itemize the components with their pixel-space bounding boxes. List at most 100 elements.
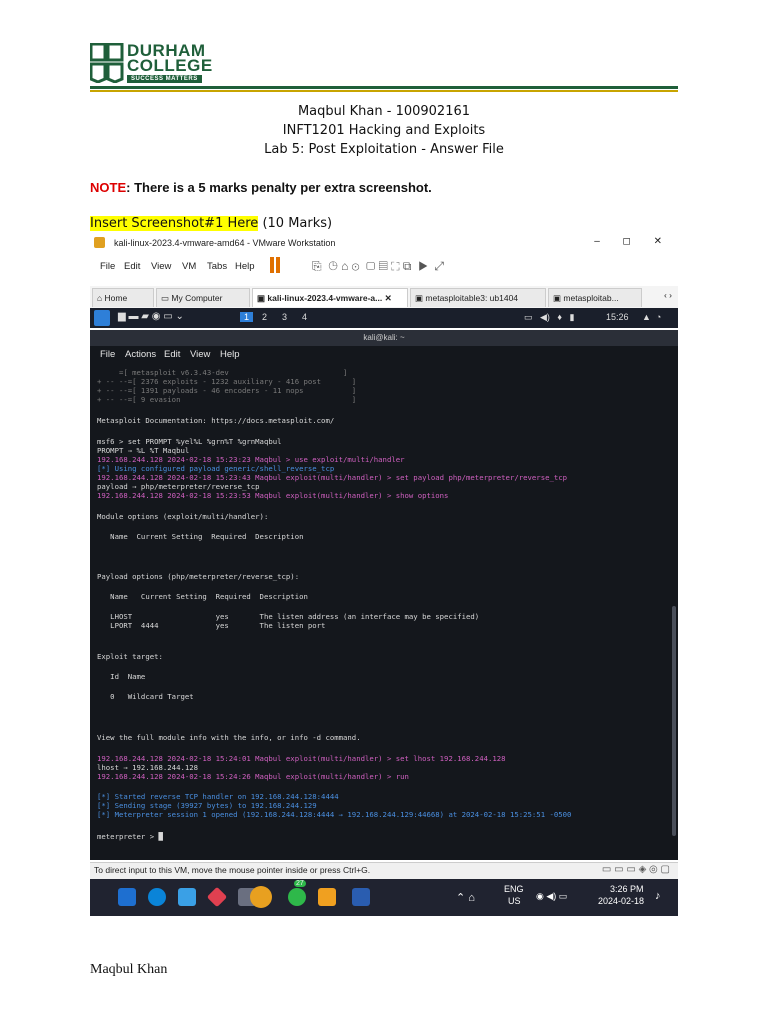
workspace-4[interactable]: 4 <box>302 312 307 322</box>
term-line: + -- --=[ 2376 exploits - 1232 auxiliary… <box>97 377 357 386</box>
tab-home[interactable]: ⌂ Home <box>92 288 154 307</box>
kali-tray-icons[interactable]: ▭ ◀) ♦ ▮ <box>524 312 574 323</box>
pause-icon-bar <box>276 257 280 273</box>
term-line: lhost ⇒ 192.168.244.128 <box>97 763 199 772</box>
tray-up-icon[interactable]: ⌃ ⌂ <box>456 891 475 904</box>
taskview-icon[interactable] <box>118 888 136 906</box>
header-rule-gold <box>90 90 678 92</box>
term-line: 192.168.244.128 2024-02-18 15:23:53 Maqb… <box>97 491 449 500</box>
window-controls[interactable]: – ◻ ✕ <box>594 236 672 247</box>
kali-clock: 15:26 <box>606 312 629 322</box>
wifi-sound-battery-icons[interactable]: ◉ ◀) ▭ <box>536 891 567 902</box>
vmware-icon <box>94 237 105 248</box>
terminal-menu: File Actions Edit View Help <box>90 346 678 364</box>
term-line: =[ metasploit v6.3.43-dev ] <box>97 368 348 377</box>
term-menu-help[interactable]: Help <box>220 349 240 360</box>
store-icon[interactable] <box>178 888 196 906</box>
term-line: Exploit target: <box>97 652 163 661</box>
insert-screenshot-heading: Insert Screenshot#1 Here (10 Marks) <box>90 216 332 231</box>
term-line: [*] Started reverse TCP handler on 192.1… <box>97 792 339 801</box>
term-line: LHOST yes The listen address (an interfa… <box>97 612 480 621</box>
kali-launcher-icons[interactable]: ▆ ▬ ▰ ◉ ▭ ⌄ <box>118 311 184 322</box>
term-line: Payload options (php/meterpreter/reverse… <box>97 572 300 581</box>
term-menu-file[interactable]: File <box>100 349 115 360</box>
term-line: payload ⇒ php/meterpreter/reverse_tcp <box>97 482 260 491</box>
taskbar-time: 3:26 PM <box>610 884 644 894</box>
student-name-id: Maqbul Khan - 100902161 <box>297 104 471 119</box>
app-icon[interactable] <box>206 886 228 908</box>
note-text: : There is a 5 marks penalty per extra s… <box>126 180 432 195</box>
term-line: View the full module info with the info,… <box>97 733 361 742</box>
tab-metasploitable[interactable]: ▣ metasploitab... <box>548 288 642 307</box>
vmware-status-bar: To direct input to this VM, move the mou… <box>90 862 678 879</box>
header-rule-green <box>90 86 678 89</box>
insert-label: Insert Screenshot#1 Here <box>90 216 259 231</box>
terminal-window[interactable]: File Actions Edit View Help =[ metasploi… <box>90 346 678 860</box>
term-line: [*] Meterpreter session 1 opened (192.16… <box>97 810 572 819</box>
term-line: + -- --=[ 1391 payloads - 46 encoders - … <box>97 386 357 395</box>
word-icon[interactable] <box>352 888 370 906</box>
taskbar-date: 2024-02-18 <box>598 896 645 906</box>
vmware-screenshot: kali-linux-2023.4-vmware-amd64 - VMware … <box>90 234 678 916</box>
logo-tagline: SUCCESS MATTERS <box>127 75 202 83</box>
term-line: 0 Wildcard Target <box>97 692 194 701</box>
vmware-tab-strip: ⌂ Home ▭ My Computer ▣ kali-linux-2023.4… <box>90 286 678 309</box>
menu-help[interactable]: Help <box>235 261 255 272</box>
terminal-scrollbar[interactable] <box>672 606 676 836</box>
lock-icon[interactable]: ▲ ◔ <box>642 312 661 322</box>
term-menu-edit[interactable]: Edit <box>164 349 180 360</box>
kali-top-panel: ▆ ▬ ▰ ◉ ▭ ⌄ 1 2 3 4 ▭ ◀) ♦ ▮ 15:26 ▲ ◔ <box>90 308 678 328</box>
kali-menu-icon[interactable] <box>94 310 110 326</box>
vmware-window-title: kali-linux-2023.4-vmware-amd64 - VMware … <box>114 238 336 248</box>
footer-author: Maqbul Khan <box>90 962 168 977</box>
term-line: Name Current Setting Required Descriptio… <box>97 532 304 541</box>
term-menu-view[interactable]: View <box>190 349 210 360</box>
chrome-icon[interactable] <box>250 886 272 908</box>
lang-eng[interactable]: ENG <box>504 884 524 894</box>
term-line: 192.168.244.128 2024-02-18 15:23:23 Maqb… <box>97 455 405 464</box>
term-line: meterpreter > █ <box>97 832 163 841</box>
term-line: Name Current Setting Required Descriptio… <box>97 592 308 601</box>
tab-kali[interactable]: ▣ kali-linux-2023.4-vmware-a... ✕ <box>252 288 408 307</box>
menu-file[interactable]: File <box>100 261 115 272</box>
whatsapp-badge: 27 <box>294 880 306 887</box>
logo-emblem-icon <box>90 43 124 83</box>
term-line: PROMPT ⇒ %L %T Maqbul <box>97 446 190 455</box>
workspace-2[interactable]: 2 <box>262 312 267 322</box>
term-line: LPORT 4444 yes The listen port <box>97 621 326 630</box>
term-line: [*] Sending stage (39927 bytes) to 192.1… <box>97 801 317 810</box>
term-menu-actions[interactable]: Actions <box>125 349 156 360</box>
device-icons[interactable]: ▭ ▭ ▭ ◈ ◎ ▢ <box>602 864 670 875</box>
menu-vm[interactable]: VM <box>182 261 196 272</box>
menu-edit[interactable]: Edit <box>124 261 140 272</box>
term-line: 192.168.244.128 2024-02-18 15:24:01 Maqb… <box>97 754 506 763</box>
pause-icon[interactable] <box>270 257 274 273</box>
notification-icon[interactable]: ♪ <box>655 890 661 902</box>
term-line: [*] Using configured payload generic/she… <box>97 464 335 473</box>
windows-taskbar: 27 ⌃ ⌂ ENG US ◉ ◀) ▭ 3:26 PM 2024-02-18 … <box>90 879 678 916</box>
vmware-title-bar: kali-linux-2023.4-vmware-amd64 - VMware … <box>90 234 678 252</box>
penalty-note: NOTE: There is a 5 marks penalty per ext… <box>90 180 432 195</box>
tab-metasploitable3[interactable]: ▣ metasploitable3: ub1404 <box>410 288 546 307</box>
course-title: INFT1201 Hacking and Exploits <box>282 123 486 138</box>
lab-title: Lab 5: Post Exploitation - Answer File <box>264 142 504 157</box>
workspace-3[interactable]: 3 <box>282 312 287 322</box>
insert-marks: (10 Marks) <box>258 216 333 231</box>
workspace-1[interactable]: 1 <box>240 312 254 322</box>
menu-tabs[interactable]: Tabs <box>207 261 227 272</box>
lang-us[interactable]: US <box>508 896 521 906</box>
term-line: msf6 > set PROMPT %yel%L %grn%T %grnMaqb… <box>97 437 282 446</box>
edge-icon[interactable] <box>148 888 166 906</box>
logo-line2: COLLEGE <box>127 56 213 75</box>
term-line: Metasploit Documentation: https://docs.m… <box>97 416 335 425</box>
term-line: Id Name <box>97 672 146 681</box>
toolbar-icons[interactable]: ⎘ ◷ ⌂ ⊙ ▢ ▤ ⛶ ⧉ ▶ ⤢ <box>312 259 444 274</box>
vmware-menu-bar: File Edit View VM Tabs Help ⎘ ◷ ⌂ ⊙ ▢ ▤ … <box>90 256 678 278</box>
menu-view[interactable]: View <box>151 261 171 272</box>
whatsapp-icon[interactable] <box>288 888 306 906</box>
tab-scroll-arrows[interactable]: ‹ › <box>664 290 672 300</box>
tab-my-computer[interactable]: ▭ My Computer <box>156 288 250 307</box>
durham-college-logo: DURHAM COLLEGE SUCCESS MATTERS <box>90 42 212 85</box>
term-line: 192.168.244.128 2024-02-18 15:23:43 Maqb… <box>97 473 568 482</box>
vmware-task-icon[interactable] <box>318 888 336 906</box>
